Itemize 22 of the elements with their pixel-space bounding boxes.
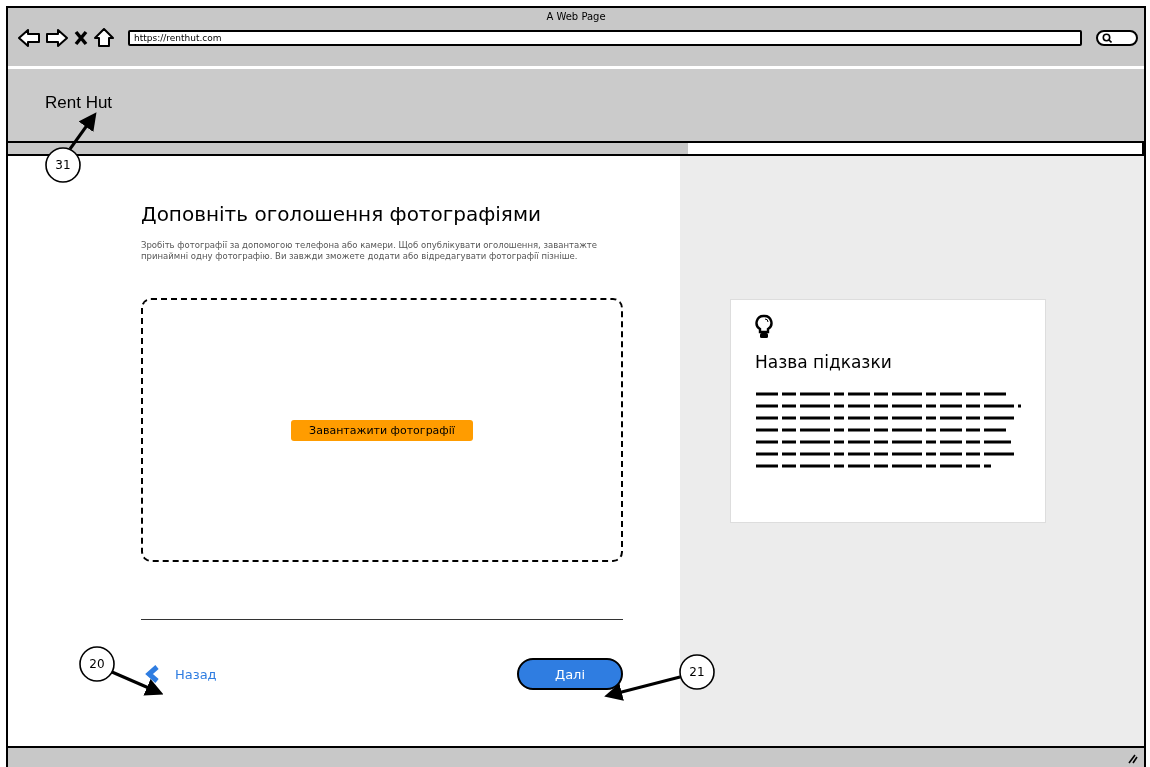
callout-marker: 31 xyxy=(45,147,81,183)
next-button[interactable]: Далі xyxy=(517,658,623,691)
tip-title: Назва підказки xyxy=(755,352,892,372)
photo-drop-zone[interactable]: Завантажити фотографії xyxy=(141,298,623,563)
forward-icon[interactable] xyxy=(46,28,68,47)
callout-marker: 21 xyxy=(679,654,715,690)
search-icon xyxy=(1102,32,1112,43)
back-icon[interactable] xyxy=(18,28,40,47)
home-icon[interactable] xyxy=(94,28,114,47)
page-description: Зробіть фотографії за допомогою телефона або камери. Щоб опублікувати оголошення, завантажте принаймні одну фотографію. Ви завжди зможете додати або відредагувати фотографії пізніше. xyxy=(141,240,598,263)
window-title: A Web Page xyxy=(546,11,606,22)
callout-marker: 20 xyxy=(79,646,115,682)
site-logo[interactable]: Rent Hut xyxy=(45,93,113,113)
upload-button[interactable]: Завантажити фотографії xyxy=(291,419,473,441)
search-field[interactable] xyxy=(1096,29,1138,46)
back-link[interactable]: Назад xyxy=(141,665,217,684)
chevron-left-icon xyxy=(145,665,161,684)
close-icon[interactable] xyxy=(74,29,88,46)
url-field[interactable]: https://renthut.com xyxy=(128,29,1082,46)
page-heading: Доповніть оголошення фотографіями xyxy=(141,202,542,226)
callout-arrow xyxy=(111,670,164,696)
lightbulb-icon xyxy=(755,314,773,340)
